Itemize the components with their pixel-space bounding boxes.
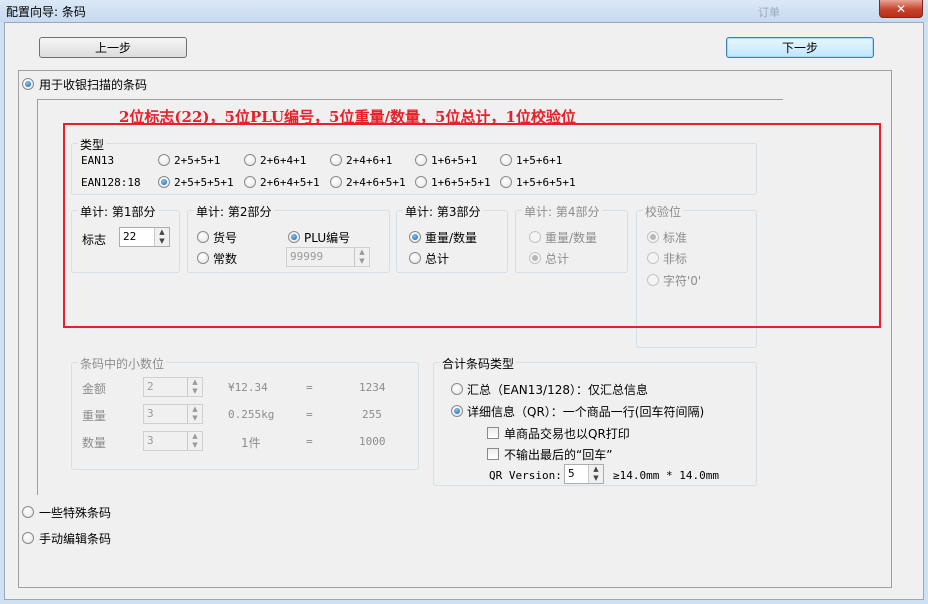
spin-down-icon[interactable]: ▼ <box>188 414 202 423</box>
spin-up-icon[interactable]: ▲ <box>188 378 202 387</box>
decimals-amount-label: 金额 <box>82 382 107 396</box>
qr-size-text: ≥14.0mm * 14.0mm <box>613 469 719 482</box>
no-last-cr-label[interactable]: 不输出最后的“回车” <box>504 446 612 463</box>
decimals-amount-raw: 1234 <box>359 381 386 394</box>
spin-down-icon[interactable]: ▼ <box>188 441 202 450</box>
close-button[interactable]: ✕ <box>879 0 923 18</box>
single-qr-label[interactable]: 单商品交易也以QR打印 <box>504 425 630 442</box>
spin-up-icon[interactable]: ▲ <box>589 465 603 474</box>
decimals-amount-spinner[interactable]: 2 ▲ ▼ <box>143 377 203 397</box>
decimals-quantity-spinner[interactable]: 3 ▲ ▼ <box>143 431 203 451</box>
decimals-amount-example: ¥12.34 <box>228 381 268 394</box>
prev-button[interactable]: 上一步 <box>39 37 187 58</box>
no-last-cr-checkbox[interactable] <box>487 448 499 460</box>
qr-version-value: 5 <box>568 467 575 480</box>
total-type-title: 合计条码类型 <box>440 355 517 372</box>
background-window-text: 订单 <box>758 6 780 19</box>
next-button[interactable]: 下一步 <box>726 37 874 58</box>
mode-special-label[interactable]: 一些特殊条码 <box>39 504 111 521</box>
spin-up-icon[interactable]: ▲ <box>188 405 202 414</box>
qr-version-label: QR Version: <box>489 469 562 482</box>
decimals-weight-example: 0.255kg <box>228 408 275 421</box>
single-qr-checkbox[interactable] <box>487 427 499 439</box>
mode-special-radio[interactable] <box>22 506 34 518</box>
decimals-title: 条码中的小数位 <box>78 355 167 372</box>
total-summary-radio[interactable] <box>451 383 463 395</box>
decimals-weight-label: 重量 <box>82 409 107 423</box>
spin-down-icon[interactable]: ▼ <box>188 387 202 396</box>
spin-down-icon[interactable]: ▼ <box>589 474 603 483</box>
decimals-amount-value: 2 <box>147 380 154 393</box>
decimals-quantity-raw: 1000 <box>359 435 386 448</box>
decimals-amount-equals: = <box>306 381 313 394</box>
decimals-weight-equals: = <box>306 408 313 421</box>
window-title: 配置向导: 条码 <box>6 5 86 19</box>
decimals-quantity-equals: = <box>306 435 313 448</box>
total-summary-label[interactable]: 汇总（EAN13/128）：仅汇总信息 <box>467 381 648 398</box>
mode-manual-radio[interactable] <box>22 532 34 544</box>
total-detail-radio[interactable] <box>451 405 463 417</box>
close-icon: ✕ <box>895 1 907 16</box>
mode-retail-radio[interactable] <box>22 78 34 90</box>
spin-up-icon[interactable]: ▲ <box>188 432 202 441</box>
decimals-weight-value: 3 <box>147 407 154 420</box>
decimals-weight-spinner[interactable]: 3 ▲ ▼ <box>143 404 203 424</box>
total-detail-label[interactable]: 详细信息（QR）：一个商品一行(回车符间隔) <box>467 403 704 420</box>
title-bar <box>0 0 928 22</box>
decimals-quantity-example: 1件 <box>241 436 261 450</box>
decimals-weight-raw: 255 <box>362 408 382 421</box>
mode-manual-label[interactable]: 手动编辑条码 <box>39 530 111 547</box>
highlight-frame <box>63 123 881 328</box>
mode-retail-label[interactable]: 用于收银扫描的条码 <box>39 76 147 93</box>
decimals-quantity-value: 3 <box>147 434 154 447</box>
qr-version-spinner[interactable]: 5 ▲ ▼ <box>564 464 604 484</box>
decimals-quantity-label: 数量 <box>82 436 107 450</box>
